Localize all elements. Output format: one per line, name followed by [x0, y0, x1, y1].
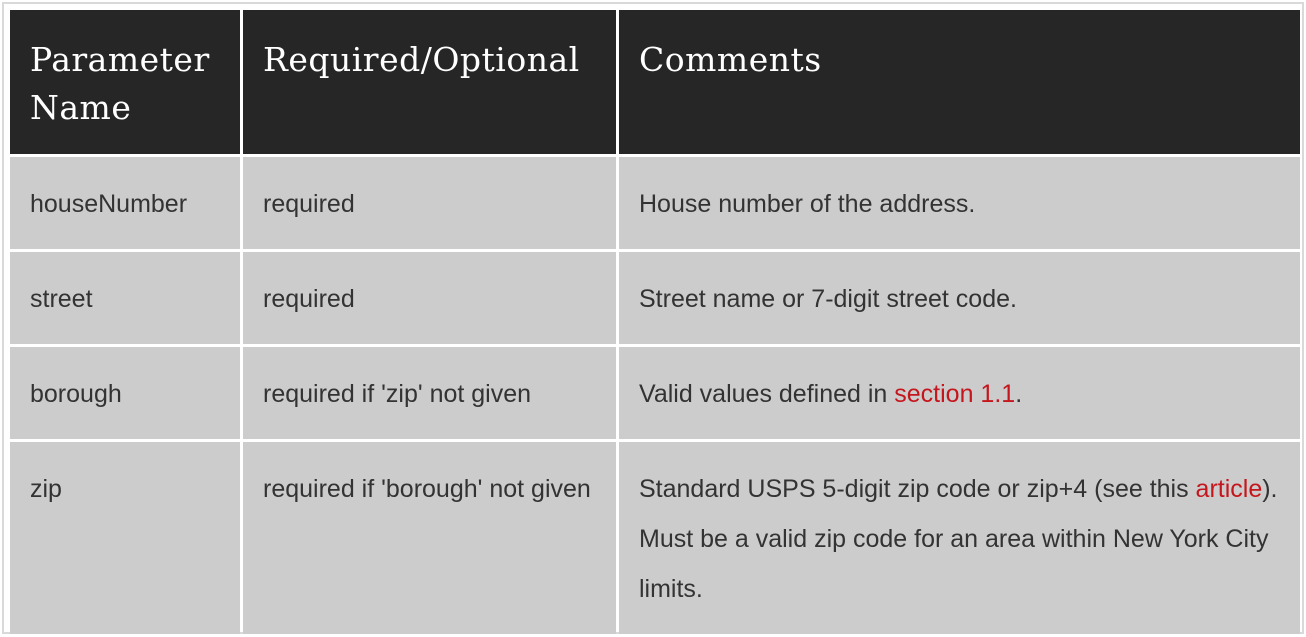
param-cell: zip: [10, 442, 240, 634]
table-row: zip required if 'borough' not given Stan…: [10, 442, 1300, 634]
header-parameter-line1: Parameter: [30, 40, 210, 79]
header-comments: Comments: [619, 10, 1300, 154]
required-cell: required: [243, 252, 616, 344]
section-link[interactable]: section 1.1: [894, 380, 1015, 408]
param-cell: street: [10, 252, 240, 344]
table-header-row: Parameter Name Required/Optional Comments: [10, 10, 1300, 154]
header-parameter-line2: Name: [30, 88, 132, 127]
param-cell: houseNumber: [10, 157, 240, 249]
comments-text: Standard USPS 5-digit zip code or zip+4 …: [639, 475, 1196, 503]
comments-cell: Valid values defined in section 1.1.: [619, 347, 1300, 439]
required-cell: required if 'zip' not given: [243, 347, 616, 439]
comments-text: Valid values defined in: [639, 380, 895, 408]
parameters-table: Parameter Name Required/Optional Comments…: [7, 7, 1303, 637]
required-cell: required if 'borough' not given: [243, 442, 616, 634]
parameters-table-container: Parameter Name Required/Optional Comments…: [2, 2, 1304, 634]
param-cell: borough: [10, 347, 240, 439]
table-row: street required Street name or 7-digit s…: [10, 252, 1300, 344]
header-required-optional: Required/Optional: [243, 10, 616, 154]
comments-cell: House number of the address.: [619, 157, 1300, 249]
article-link[interactable]: article: [1196, 475, 1263, 503]
comments-text-end: .: [1015, 380, 1023, 408]
required-cell: required: [243, 157, 616, 249]
header-parameter-name: Parameter Name: [10, 10, 240, 154]
comments-cell: Standard USPS 5-digit zip code or zip+4 …: [619, 442, 1300, 634]
table-row: houseNumber required House number of the…: [10, 157, 1300, 249]
comments-cell: Street name or 7-digit street code.: [619, 252, 1300, 344]
table-row: borough required if 'zip' not given Vali…: [10, 347, 1300, 439]
